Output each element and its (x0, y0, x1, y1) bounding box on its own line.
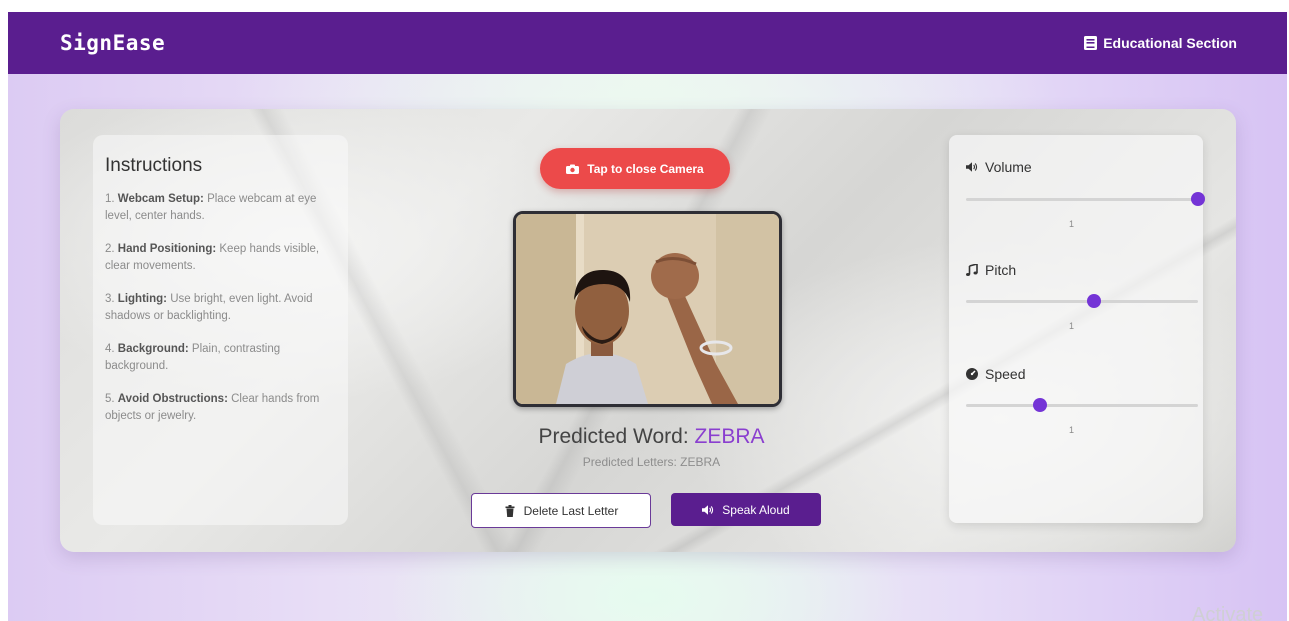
pitch-slider[interactable] (966, 294, 1198, 308)
instruction-heading: Hand Positioning: (117, 243, 217, 255)
pitch-value: 1 (1069, 321, 1075, 331)
instruction-heading: Avoid Obstructions: (117, 393, 228, 405)
speak-aloud-label: Speak Aloud (722, 502, 790, 517)
instruction-number: 4. (105, 343, 115, 355)
page-background: SignEase Educational Section Instruction… (8, 12, 1287, 621)
instruction-heading: Background: (117, 343, 189, 355)
delete-last-letter-button[interactable]: Delete Last Letter (471, 493, 651, 528)
educational-section-link[interactable]: Educational Section (1084, 35, 1237, 51)
pitch-label: Pitch (985, 262, 1017, 278)
instruction-item-4: 4. Background: Plain, contrasting backgr… (105, 341, 334, 375)
predicted-letters: Predicted Letters: ZEBRA (582, 455, 721, 469)
close-camera-button[interactable]: Tap to close Camera (540, 148, 730, 189)
predicted-word-label: Predicted Word: (538, 425, 689, 448)
pitch-slider-thumb[interactable] (1086, 294, 1101, 308)
webcam-feed (513, 211, 782, 407)
pitch-label-row: Pitch (966, 262, 1016, 278)
camera-section: Tap to close Camera Predicted Word: ZEBR… (465, 109, 875, 552)
speaker-icon (966, 162, 978, 172)
speed-label: Speed (985, 366, 1026, 382)
volume-slider[interactable] (966, 192, 1205, 206)
speed-value: 1 (1069, 425, 1075, 435)
main-card: Instructions 1. Webcam Setup: Place webc… (60, 109, 1236, 552)
speaker-icon (702, 504, 714, 515)
instruction-item-5: 5. Avoid Obstructions: Clear hands from … (105, 391, 334, 425)
instruction-item-3: 3. Lighting: Use bright, even light. Avo… (105, 291, 334, 325)
speed-slider[interactable] (966, 398, 1198, 412)
volume-label: Volume (985, 159, 1032, 175)
volume-label-row: Volume (966, 159, 1032, 175)
instruction-number: 5. (105, 393, 115, 405)
instructions-panel: Instructions 1. Webcam Setup: Place webc… (93, 135, 348, 525)
gauge-icon (966, 368, 978, 380)
brand-logo[interactable]: SignEase (60, 31, 165, 55)
camera-icon (566, 164, 580, 174)
speak-aloud-button[interactable]: Speak Aloud (671, 493, 821, 526)
speed-label-row: Speed (966, 366, 1025, 382)
predicted-word: Predicted Word: ZEBRA (465, 425, 838, 449)
volume-value: 1 (1069, 219, 1075, 229)
predicted-word-value: ZEBRA (694, 425, 765, 448)
navbar: SignEase Educational Section (8, 12, 1287, 74)
instruction-item-1: 1. Webcam Setup: Place webcam at eye lev… (105, 191, 334, 225)
book-icon (1084, 36, 1098, 50)
educational-section-label: Educational Section (1103, 35, 1237, 51)
instructions-title: Instructions (105, 155, 203, 176)
webcam-image (516, 214, 779, 404)
delete-last-letter-label: Delete Last Letter (523, 503, 619, 518)
instruction-number: 2. (105, 243, 115, 255)
instruction-item-2: 2. Hand Positioning: Keep hands visible,… (105, 241, 334, 275)
activate-watermark: Activate (1192, 604, 1264, 621)
instruction-heading: Lighting: (117, 293, 167, 305)
music-note-icon (966, 264, 978, 276)
voice-controls-panel: Volume 1 Pitch 1 Speed 1 (949, 135, 1205, 523)
instruction-number: 3. (105, 293, 115, 305)
trash-icon (505, 504, 515, 517)
instruction-heading: Webcam Setup: (117, 193, 204, 205)
instruction-number: 1. (105, 193, 115, 205)
speed-slider-thumb[interactable] (1033, 398, 1048, 412)
volume-slider-thumb[interactable] (1191, 192, 1205, 206)
close-camera-label: Tap to close Camera (587, 161, 704, 176)
